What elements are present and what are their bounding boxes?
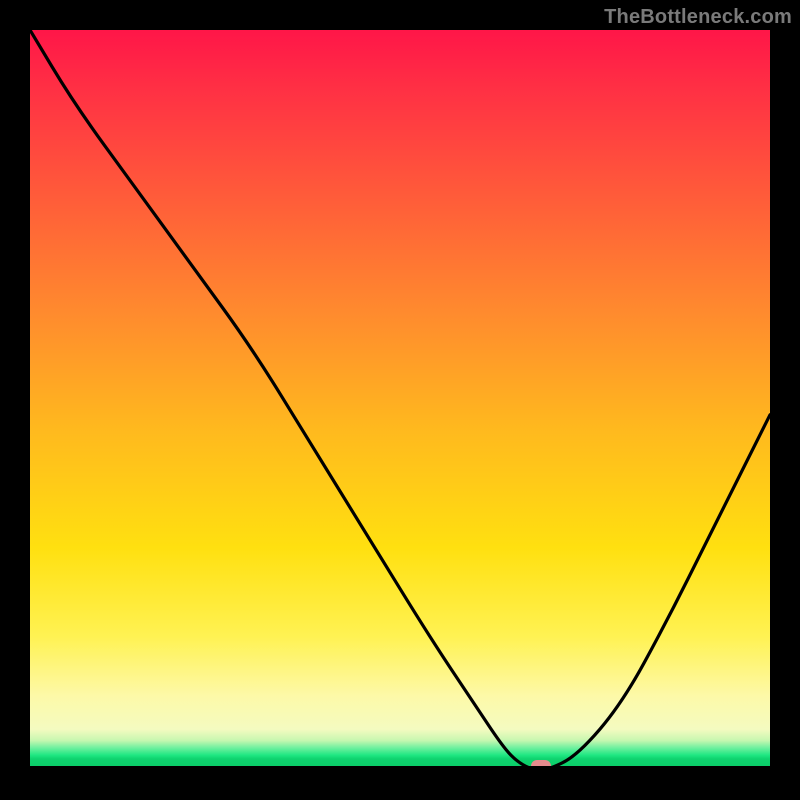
watermark-label: TheBottleneck.com [604, 6, 792, 29]
chart-stage: TheBottleneck.com [0, 0, 800, 800]
x-axis-baseline [30, 766, 770, 770]
plot-area [30, 30, 770, 770]
bottleneck-curve [30, 30, 770, 770]
